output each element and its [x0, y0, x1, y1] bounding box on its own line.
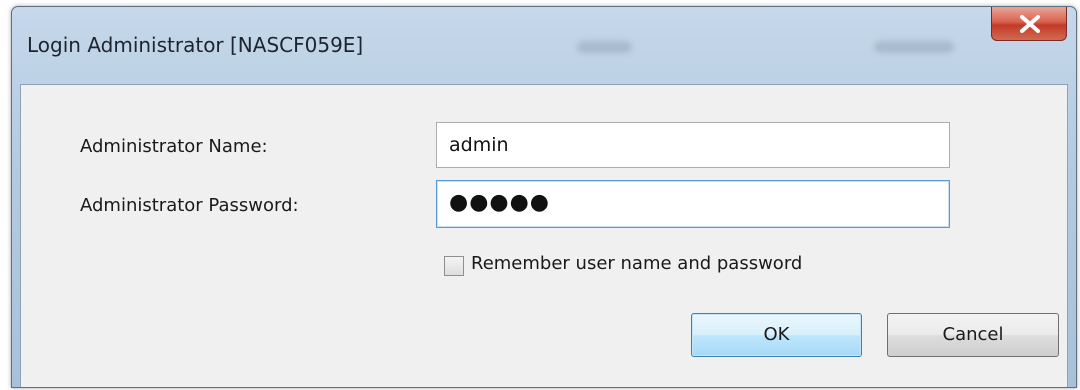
- close-x-icon: [1020, 15, 1040, 33]
- title-bar[interactable]: Login Administrator [NASCF059E]: [12, 7, 1076, 83]
- ok-button[interactable]: OK: [691, 313, 862, 357]
- cancel-button[interactable]: Cancel: [887, 313, 1059, 357]
- admin-name-label: Administrator Name:: [80, 136, 268, 157]
- background-blur: [577, 41, 632, 53]
- dialog-body: Administrator Name: Administrator Passwo…: [20, 84, 1068, 387]
- login-dialog: Login Administrator [NASCF059E] Administ…: [11, 6, 1077, 388]
- admin-password-label: Administrator Password:: [80, 195, 299, 216]
- admin-password-input[interactable]: ●●●●●: [436, 180, 950, 228]
- admin-name-input[interactable]: [436, 122, 950, 168]
- dialog-title: Login Administrator [NASCF059E]: [27, 33, 364, 57]
- remember-checkbox[interactable]: [444, 256, 464, 276]
- remember-label[interactable]: Remember user name and password: [471, 253, 802, 274]
- background-blur: [874, 41, 954, 53]
- close-button[interactable]: [991, 7, 1067, 41]
